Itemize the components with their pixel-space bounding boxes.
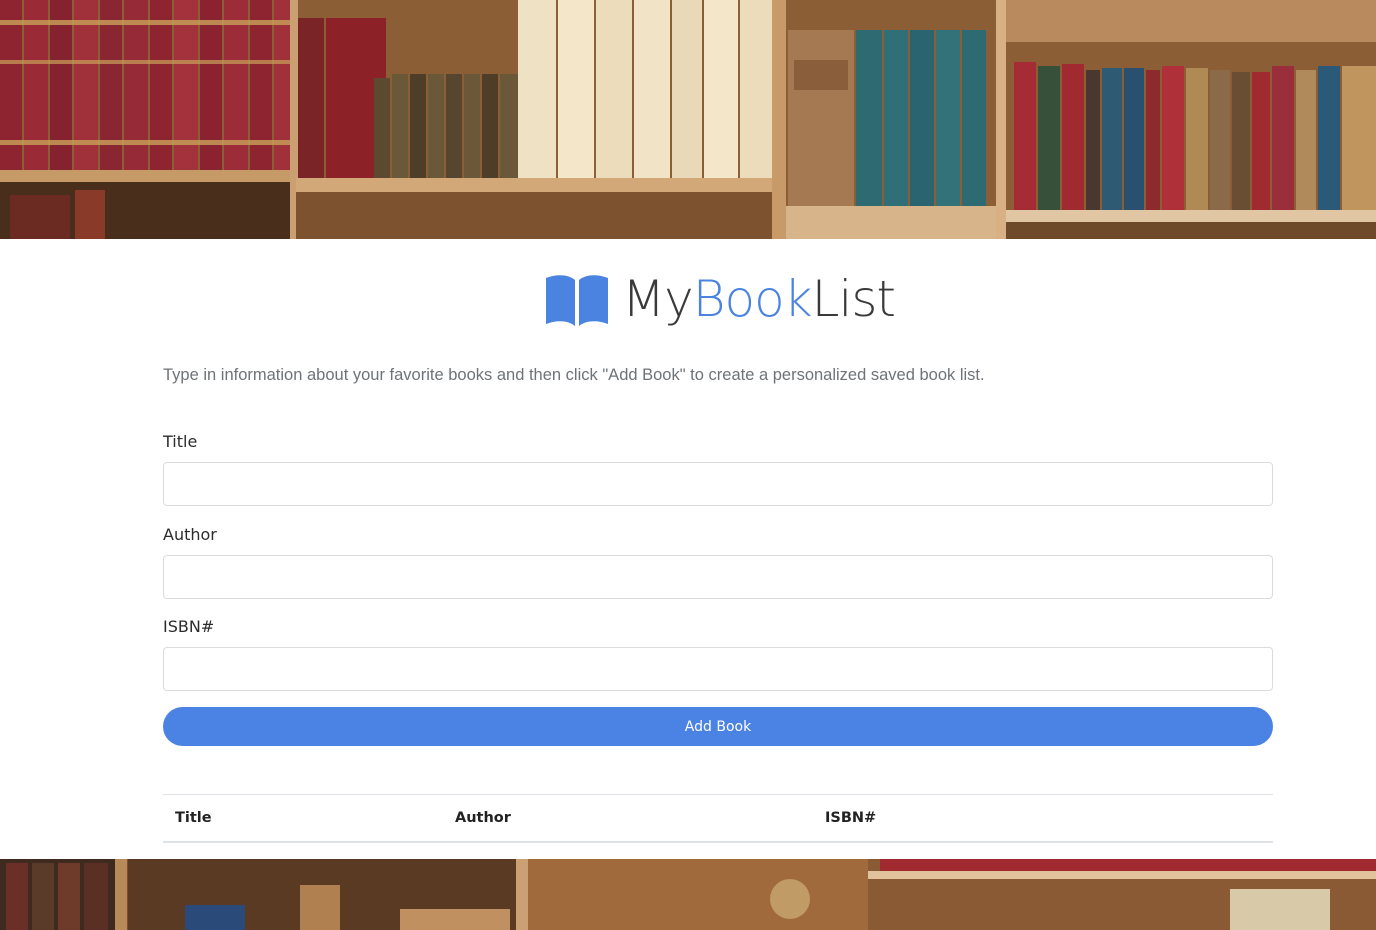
column-title: Title <box>175 809 212 826</box>
main-content: MyBookList Type in information about you… <box>0 239 1376 859</box>
bookshelf-banner-bottom <box>0 859 1376 930</box>
app-title-book: Book <box>692 270 813 328</box>
app-title-list: List <box>811 270 896 328</box>
app-logo: MyBookList <box>544 269 896 329</box>
bookshelf-image-bottom <box>0 859 1376 930</box>
app-title: MyBookList <box>622 269 896 329</box>
book-table: Title Author ISBN# <box>163 794 1273 843</box>
column-isbn: ISBN# <box>825 809 877 826</box>
table-header-row: Title Author ISBN# <box>163 795 1273 842</box>
isbn-input[interactable] <box>163 647 1273 691</box>
author-label: Author <box>163 525 217 544</box>
open-book-icon <box>546 275 608 326</box>
intro-text: Type in information about your favorite … <box>163 366 985 384</box>
bookshelf-image <box>0 0 1376 239</box>
author-input[interactable] <box>163 555 1273 599</box>
bookshelf-banner-top <box>0 0 1376 239</box>
column-author: Author <box>455 809 511 826</box>
title-label: Title <box>163 432 198 451</box>
title-input[interactable] <box>163 462 1273 506</box>
isbn-label: ISBN# <box>163 617 215 636</box>
app-title-my: My <box>622 270 694 328</box>
add-book-button[interactable]: Add Book <box>163 707 1273 746</box>
book-table-header: Title Author ISBN# <box>163 795 1273 842</box>
